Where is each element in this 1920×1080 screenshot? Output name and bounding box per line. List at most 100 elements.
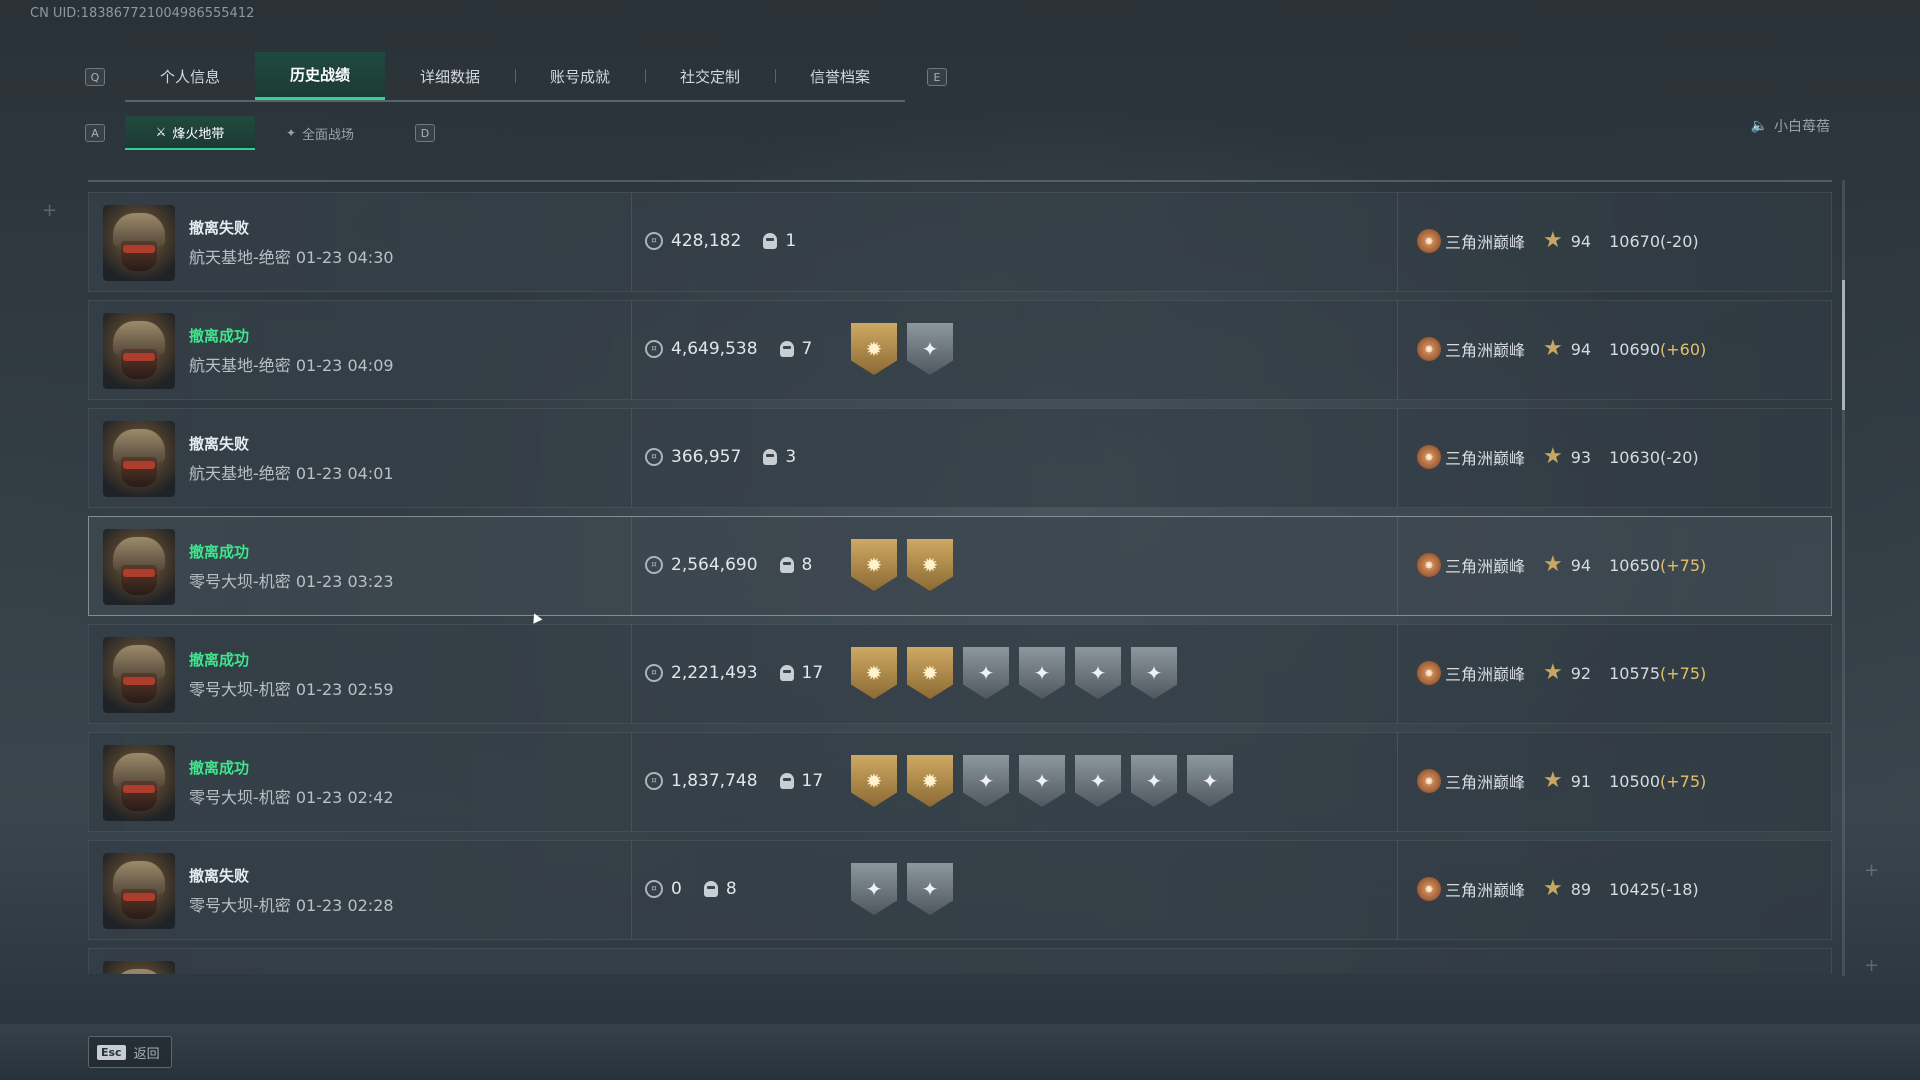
skull-icon xyxy=(779,665,794,681)
tab-history[interactable]: 历史战绩 xyxy=(255,52,385,100)
medal-icon[interactable]: ✦ xyxy=(851,863,897,915)
score-delta: (+75) xyxy=(1660,555,1707,575)
loot-value: ¤ 0 8 xyxy=(645,879,737,899)
kill-number: 8 xyxy=(725,879,737,899)
match-row[interactable]: 撤离成功 航天基地-绝密 01-23 04:09 ¤ 4,649,538 7 ✹… xyxy=(88,300,1832,400)
match-row[interactable]: 撤离失败 零号大坝-机密 01-23 02:28 ¤ 0 8 ✦ ✦ ✸ 三角洲巅… xyxy=(88,840,1832,940)
medal-icon[interactable]: ✹ xyxy=(851,755,897,807)
extraction-status: 撤离成功 xyxy=(189,327,250,345)
medal-list: ✦ ✦ xyxy=(851,863,953,915)
back-label: 返回 xyxy=(133,1046,160,1062)
esc-key: Esc xyxy=(97,1044,126,1060)
skull-icon xyxy=(763,449,778,465)
coin-icon: ¤ xyxy=(645,880,663,898)
rank-score: 10630 xyxy=(1609,447,1661,467)
tab-achievements[interactable]: 账号成就 xyxy=(515,52,645,100)
tab-social[interactable]: 社交定制 xyxy=(645,52,775,100)
back-button[interactable]: Esc 返回 xyxy=(88,1036,172,1068)
medal-icon[interactable]: ✦ xyxy=(1075,755,1121,807)
loot-amount: 2,564,690 xyxy=(671,555,758,575)
kill-count: 17 xyxy=(779,771,823,791)
medal-list: ✹ ✹ ✦ ✦ ✦ ✦ ✦ xyxy=(851,755,1233,807)
star-icon: ★ xyxy=(1543,444,1563,469)
column-divider xyxy=(631,409,632,507)
rank-info: ✸ 三角洲巅峰 ★ 91 10500 (+75) xyxy=(1417,769,1706,793)
match-row[interactable]: 撤离成功 零号大坝-机密 01-23 02:59 ¤ 2,221,493 17 … xyxy=(88,624,1832,724)
subtab-hazard-zone[interactable]: ⚔ 烽火地带 xyxy=(125,116,255,150)
match-row[interactable]: 撤离失败 航天基地-绝密 01-23 04:30 ¤ 428,182 1 ✸ 三… xyxy=(88,192,1832,292)
column-divider xyxy=(1397,301,1398,399)
score-delta: (+60) xyxy=(1660,339,1707,359)
tab-profile[interactable]: 个人信息 xyxy=(125,52,255,100)
operator-avatar xyxy=(103,637,175,713)
map-and-time: 零号大坝-机密 01-23 02:59 xyxy=(189,680,394,699)
rank-name: 三角洲巅峰 xyxy=(1445,557,1526,576)
subtab-next-key[interactable]: D xyxy=(415,124,435,142)
column-divider xyxy=(631,193,632,291)
column-divider xyxy=(1397,733,1398,831)
kill-number: 7 xyxy=(801,339,813,359)
loot-value: ¤ 2,221,493 17 xyxy=(645,663,823,683)
rank-info: ✸ 三角洲巅峰 ★ 93 10630 (-20) xyxy=(1417,445,1699,469)
loot-amount: 4,649,538 xyxy=(671,339,758,359)
medal-icon[interactable]: ✹ xyxy=(907,755,953,807)
medal-list: ✹ ✦ xyxy=(851,323,953,375)
rank-info: ✸ 三角洲巅峰 ★ 92 10575 (+75) xyxy=(1417,661,1706,685)
medal-icon[interactable]: ✦ xyxy=(963,647,1009,699)
medal-icon[interactable]: ✦ xyxy=(907,863,953,915)
rank-emblem-icon: ✸ xyxy=(1417,337,1441,361)
tab-next-key[interactable]: E xyxy=(927,68,947,86)
column-divider xyxy=(631,625,632,723)
rank-info: ✸ 三角洲巅峰 ★ 94 10650 (+75) xyxy=(1417,553,1706,577)
rank-score: 10575 xyxy=(1609,663,1661,683)
medal-icon[interactable]: ✹ xyxy=(907,539,953,591)
score-delta: (+75) xyxy=(1660,663,1707,683)
match-row[interactable]: 撤离失败 航天基地-绝密 01-23 04:01 ¤ 366,957 3 ✸ 三… xyxy=(88,408,1832,508)
medal-icon[interactable]: ✹ xyxy=(851,323,897,375)
subtab-full-battlefield[interactable]: ✦ 全面战场 xyxy=(255,116,385,150)
medal-icon[interactable]: ✹ xyxy=(851,539,897,591)
rank-score: 10425 xyxy=(1609,879,1661,899)
medal-icon[interactable]: ✦ xyxy=(1187,755,1233,807)
medal-icon[interactable]: ✦ xyxy=(1131,647,1177,699)
medal-icon[interactable]: ✦ xyxy=(963,755,1009,807)
scrollbar-thumb[interactable] xyxy=(1842,280,1845,410)
player-level: 94 xyxy=(1570,339,1592,359)
medal-icon[interactable]: ✦ xyxy=(1131,755,1177,807)
column-divider xyxy=(631,733,632,831)
loot-value: ¤ 366,957 3 xyxy=(645,447,796,467)
mode-tabs: ⚔ 烽火地带 ✦ 全面战场 xyxy=(125,116,385,150)
rank-name: 三角洲巅峰 xyxy=(1445,881,1526,900)
operator-avatar xyxy=(103,529,175,605)
loot-amount: 2,221,493 xyxy=(671,663,758,683)
rank-score: 10650 xyxy=(1609,555,1661,575)
match-row[interactable]: 撤离成功 零号大坝-机密 01-23 03:23 ¤ 2,564,690 8 ✹… xyxy=(88,516,1832,616)
operator-avatar xyxy=(103,205,175,281)
medal-icon[interactable]: ✹ xyxy=(851,647,897,699)
list-scrollbar[interactable] xyxy=(1842,180,1845,976)
tab-reputation[interactable]: 信誉档案 xyxy=(775,52,905,100)
star-icon: ★ xyxy=(1543,768,1563,793)
rank-emblem-icon: ✸ xyxy=(1417,553,1441,577)
medal-list: ✹ ✹ xyxy=(851,539,953,591)
medal-icon[interactable]: ✦ xyxy=(1019,755,1065,807)
score-delta: (-18) xyxy=(1660,879,1699,899)
subtab-prev-key[interactable]: A xyxy=(85,124,105,142)
player-level: 89 xyxy=(1570,879,1592,899)
match-row-partial[interactable] xyxy=(88,948,1832,974)
score-delta: (-20) xyxy=(1660,231,1699,251)
match-row[interactable]: 撤离成功 零号大坝-机密 01-23 02:42 ¤ 1,837,748 17 … xyxy=(88,732,1832,832)
operator-avatar xyxy=(103,313,175,389)
medal-icon[interactable]: ✦ xyxy=(1019,647,1065,699)
coin-icon: ¤ xyxy=(645,340,663,358)
medal-icon[interactable]: ✹ xyxy=(907,647,953,699)
tab-details[interactable]: 详细数据 xyxy=(385,52,515,100)
column-divider xyxy=(1397,409,1398,507)
medal-icon[interactable]: ✦ xyxy=(907,323,953,375)
kill-count: 1 xyxy=(763,231,796,251)
rank-emblem-icon: ✸ xyxy=(1417,769,1441,793)
tab-prev-key[interactable]: Q xyxy=(85,68,105,86)
rank-emblem-icon: ✸ xyxy=(1417,229,1441,253)
medal-icon[interactable]: ✦ xyxy=(1075,647,1121,699)
rank-info: ✸ 三角洲巅峰 ★ 89 10425 (-18) xyxy=(1417,877,1699,901)
